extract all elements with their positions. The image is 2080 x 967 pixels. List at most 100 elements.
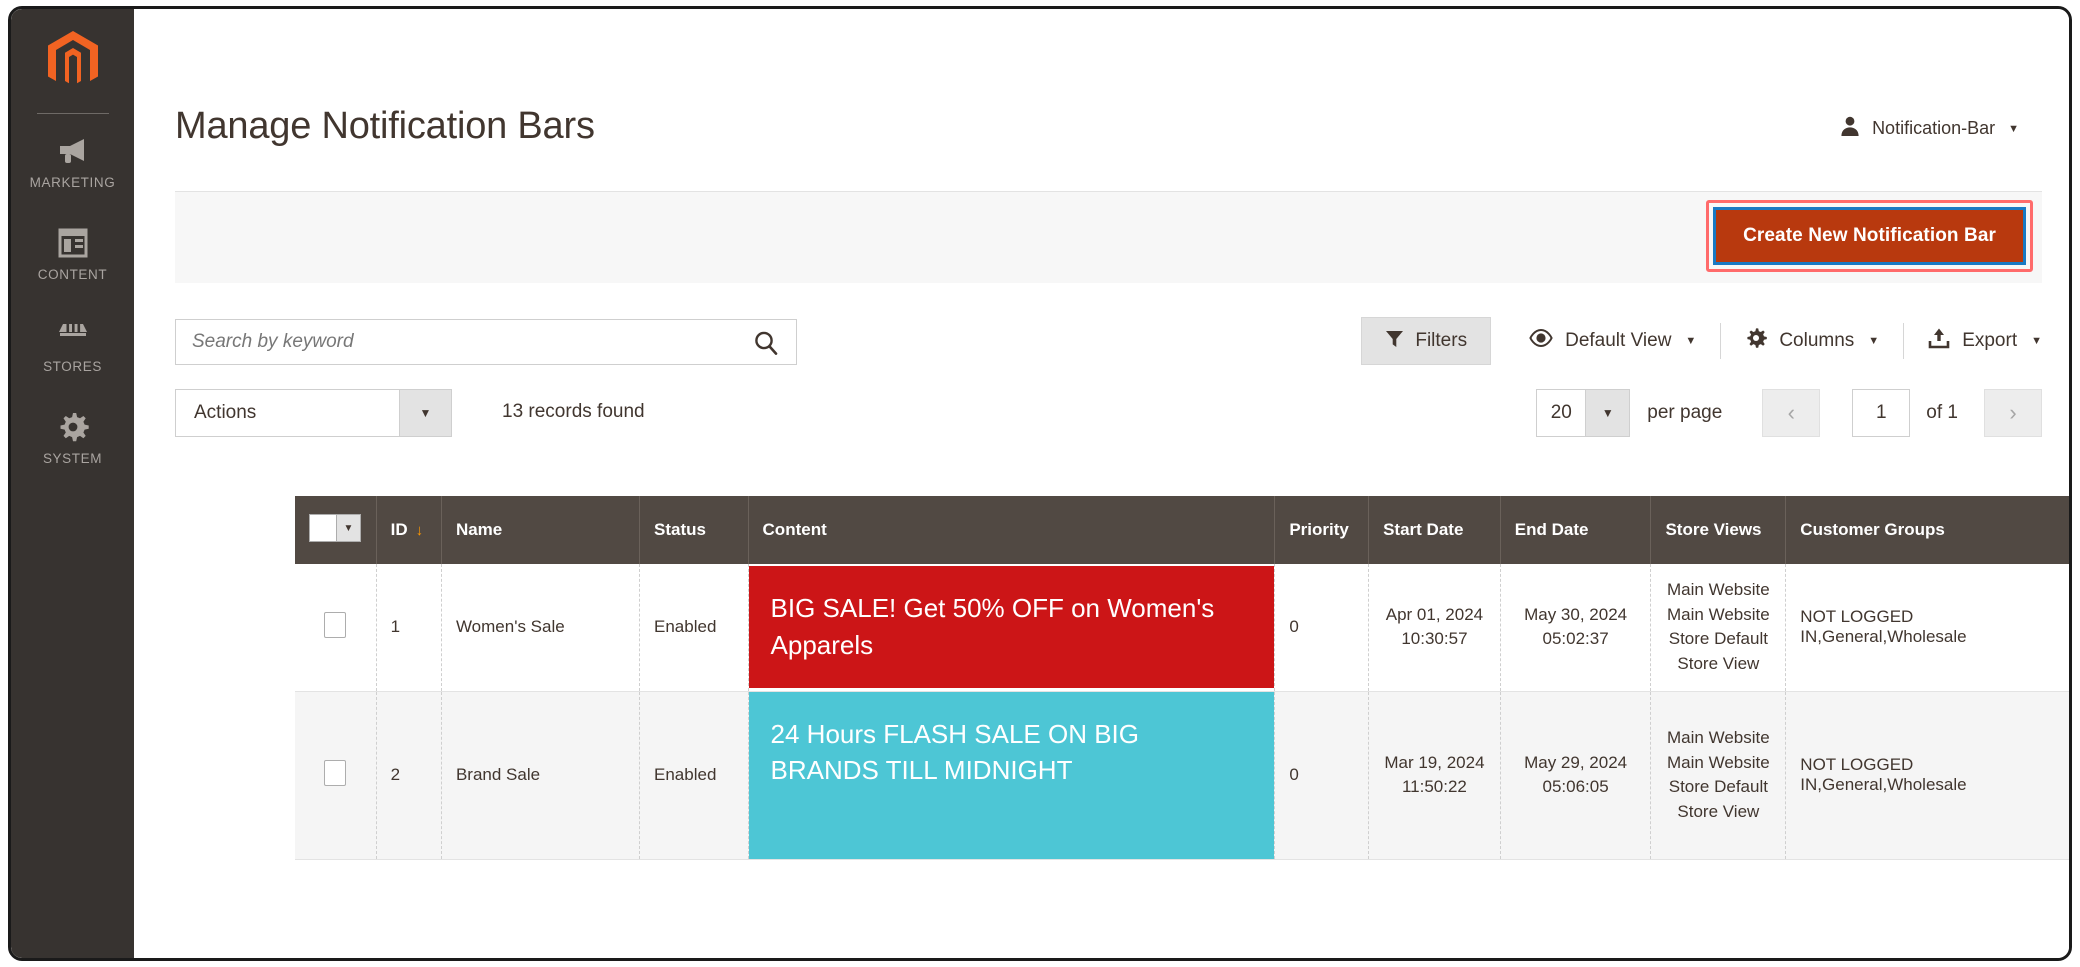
previous-page-button[interactable]: ‹ [1762, 389, 1821, 437]
export-upload-icon [1928, 327, 1950, 355]
sidebar-item-stores[interactable]: STORES [11, 298, 134, 390]
view-controls: Filters Default View ▼ Columns ▼ Export … [1361, 315, 2042, 367]
cell-priority: 0 [1274, 691, 1370, 861]
per-page-label: per page [1647, 402, 1723, 423]
chevron-down-icon: ▼ [2008, 122, 2019, 135]
column-header-store-views[interactable]: Store Views [1650, 496, 1787, 564]
grid-toolbar-row: Actions ▼ 13 records found 20 ▼ per page… [175, 381, 2042, 447]
column-header-id[interactable]: ID ↓ [376, 496, 442, 564]
chevron-down-icon: ▼ [1685, 335, 1697, 347]
admin-sidebar: MARKETING CONTENT STORES SYSTEM [11, 9, 134, 958]
account-menu[interactable]: Notification-Bar ▼ [1839, 115, 2019, 142]
sidebar-item-content[interactable]: CONTENT [11, 206, 134, 298]
grid-header-row: ▼ ID ↓ Name Status Content Priority Start… [295, 496, 2069, 564]
sort-desc-icon: ↓ [415, 522, 424, 539]
row-checkbox[interactable] [324, 611, 347, 638]
account-name: Notification-Bar [1872, 118, 1996, 138]
cell-start-date: Apr 01, 2024 10:30:57 [1368, 564, 1501, 692]
total-pages-label: of 1 [1926, 402, 1958, 423]
sidebar-item-label: STORES [43, 359, 102, 374]
cell-name: Women's Sale [441, 564, 641, 692]
table-row[interactable]: 1 Women's Sale Enabled BIG SALE! Get 50%… [295, 564, 2069, 692]
notification-banner-preview: BIG SALE! Get 50% OFF on Women's Apparel… [748, 566, 1275, 689]
search-icon[interactable] [752, 329, 780, 362]
cell-end-date: May 30, 2024 05:02:37 [1500, 564, 1652, 692]
cell-id: 2 [376, 691, 442, 861]
chevron-down-icon: ▼ [1585, 390, 1630, 436]
mass-actions-label: Actions [194, 402, 257, 423]
row-checkbox[interactable] [324, 759, 347, 786]
eye-icon [1529, 328, 1553, 354]
column-header-priority[interactable]: Priority [1274, 496, 1370, 564]
cell-start-date: Mar 19, 2024 11:50:22 [1368, 691, 1501, 861]
chevron-down-icon: ▼ [399, 390, 451, 436]
chevron-down-icon[interactable]: ▼ [336, 515, 360, 541]
page-header: Manage Notification Bars Notification-Ba… [134, 9, 2069, 189]
sidebar-item-label: SYSTEM [42, 451, 103, 466]
create-button-highlight: Create New Notification Bar [1706, 200, 2033, 272]
browser-frame: MARKETING CONTENT STORES SYSTEM Manage N… [8, 6, 2072, 961]
row-checkbox-cell [295, 691, 377, 861]
column-header-label: ID [390, 520, 408, 539]
default-view-dropdown[interactable]: Default View ▼ [1505, 323, 1720, 359]
row-checkbox-cell [295, 564, 377, 692]
create-new-notification-bar-button[interactable]: Create New Notification Bar [1716, 210, 2023, 262]
pagination: 20 ▼ per page ‹ of 1 › [1536, 389, 2042, 437]
cell-id: 1 [376, 564, 442, 692]
notification-banner-preview: 24 Hours FLASH SALE ON BIG BRANDS TILL M… [748, 691, 1275, 860]
cell-status: Enabled [639, 691, 749, 861]
table-row[interactable]: 2 Brand Sale Enabled 24 Hours FLASH SALE… [295, 691, 2069, 861]
cell-name: Brand Sale [441, 691, 641, 861]
column-header-name[interactable]: Name [441, 496, 641, 564]
sidebar-item-label: CONTENT [37, 267, 108, 282]
gear-icon [11, 408, 134, 446]
cell-store-views: Main Website Main Website Store Default … [1650, 564, 1787, 692]
create-button-focus-ring: Create New Notification Bar [1713, 207, 2026, 265]
main-content: Manage Notification Bars Notification-Ba… [134, 9, 2069, 958]
columns-label: Columns [1779, 330, 1855, 351]
cell-priority: 0 [1274, 564, 1370, 692]
column-header-end-date[interactable]: End Date [1500, 496, 1652, 564]
cell-content: 24 Hours FLASH SALE ON BIG BRANDS TILL M… [748, 691, 1276, 861]
default-view-label: Default View [1565, 330, 1672, 351]
cell-content: BIG SALE! Get 50% OFF on Women's Apparel… [748, 564, 1276, 692]
column-header-start-date[interactable]: Start Date [1368, 496, 1501, 564]
next-page-button[interactable]: › [1984, 389, 2042, 437]
page-actions-bar: Create New Notification Bar [175, 191, 2042, 283]
cell-customer-groups: NOT LOGGED IN,General,Wholesale [1785, 691, 2069, 861]
cell-status: Enabled [639, 564, 749, 692]
cell-customer-groups: NOT LOGGED IN,General,Wholesale [1785, 564, 2069, 692]
filters-label: Filters [1415, 330, 1468, 351]
magento-logo[interactable] [11, 9, 134, 113]
sidebar-item-label: MARKETING [29, 175, 116, 190]
search-box [175, 319, 797, 365]
filters-button[interactable]: Filters [1361, 317, 1492, 365]
select-all-checkbox[interactable]: ▼ [309, 514, 361, 542]
chevron-down-icon: ▼ [1868, 335, 1880, 347]
checkbox-box[interactable] [310, 515, 336, 541]
records-found-text: 13 records found [502, 401, 645, 422]
notification-bars-grid: ▼ ID ↓ Name Status Content Priority Start… [295, 496, 2069, 861]
funnel-icon [1385, 329, 1404, 354]
per-page-value: 20 [1550, 402, 1572, 423]
page-title: Manage Notification Bars [175, 105, 595, 147]
columns-dropdown[interactable]: Columns ▼ [1721, 323, 1903, 359]
chevron-down-icon: ▼ [2031, 335, 2042, 347]
sidebar-item-marketing[interactable]: MARKETING [11, 114, 134, 206]
column-header-status[interactable]: Status [639, 496, 749, 564]
column-header-content[interactable]: Content [748, 496, 1276, 564]
column-header-checkbox: ▼ [295, 496, 377, 564]
page-number-input[interactable] [1852, 389, 1911, 437]
cell-store-views: Main Website Main Website Store Default … [1650, 691, 1787, 861]
column-header-customer-groups[interactable]: Customer Groups [1785, 496, 2069, 564]
per-page-dropdown[interactable]: 20 ▼ [1536, 389, 1631, 437]
content-layout-icon [11, 224, 134, 262]
export-label: Export [1962, 330, 2018, 351]
mass-actions-dropdown[interactable]: Actions ▼ [175, 389, 452, 437]
sidebar-item-system[interactable]: SYSTEM [11, 390, 134, 482]
user-icon [1839, 115, 1861, 142]
search-input[interactable] [176, 320, 736, 364]
gear-icon [1745, 327, 1768, 355]
export-dropdown[interactable]: Export ▼ [1904, 323, 2042, 359]
cell-end-date: May 29, 2024 05:06:05 [1500, 691, 1652, 861]
